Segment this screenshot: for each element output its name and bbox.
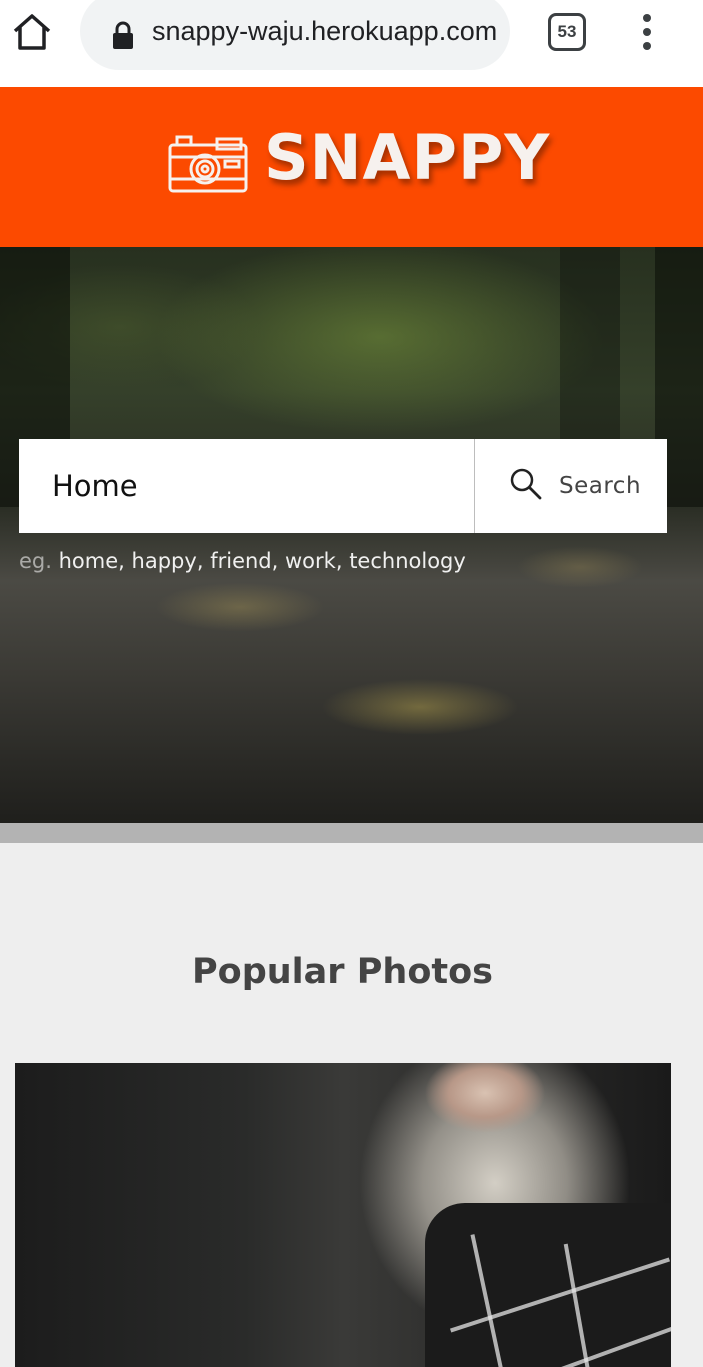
browser-toolbar: snappy-waju.herokuapp.com 53	[0, 0, 703, 87]
search-input[interactable]	[19, 439, 474, 533]
hero-bottom-bar	[0, 823, 703, 843]
suggestion-link[interactable]: work	[285, 549, 336, 573]
home-icon[interactable]	[10, 10, 54, 54]
search-button-label: Search	[559, 473, 642, 499]
suggestion-link[interactable]: happy	[132, 549, 197, 573]
url-bar[interactable]: snappy-waju.herokuapp.com	[80, 0, 510, 70]
suggestions-prefix: eg.	[19, 549, 52, 573]
search-icon	[509, 467, 543, 505]
site-logo-text[interactable]: SNAPPY	[264, 121, 550, 194]
lock-icon	[110, 21, 136, 51]
suggestion-link[interactable]: technology	[349, 549, 466, 573]
section-title: Popular Photos	[192, 952, 493, 992]
url-text[interactable]: snappy-waju.herokuapp.com	[152, 16, 498, 47]
camera-icon[interactable]	[167, 133, 249, 195]
hero-banner: Search eg. home, happy, friend, work, te…	[0, 247, 703, 823]
more-vertical-icon[interactable]	[630, 12, 664, 52]
tab-switcher-button[interactable]: 53	[548, 13, 586, 51]
photo-card[interactable]	[15, 1063, 671, 1367]
suggestion-link[interactable]: friend	[210, 549, 271, 573]
suggestion-link[interactable]: home	[59, 549, 119, 573]
search-button[interactable]: Search	[475, 439, 667, 533]
search-form: Search	[19, 439, 667, 533]
search-suggestions: eg. home, happy, friend, work, technolog…	[19, 549, 466, 573]
site-header: SNAPPY	[0, 87, 703, 247]
